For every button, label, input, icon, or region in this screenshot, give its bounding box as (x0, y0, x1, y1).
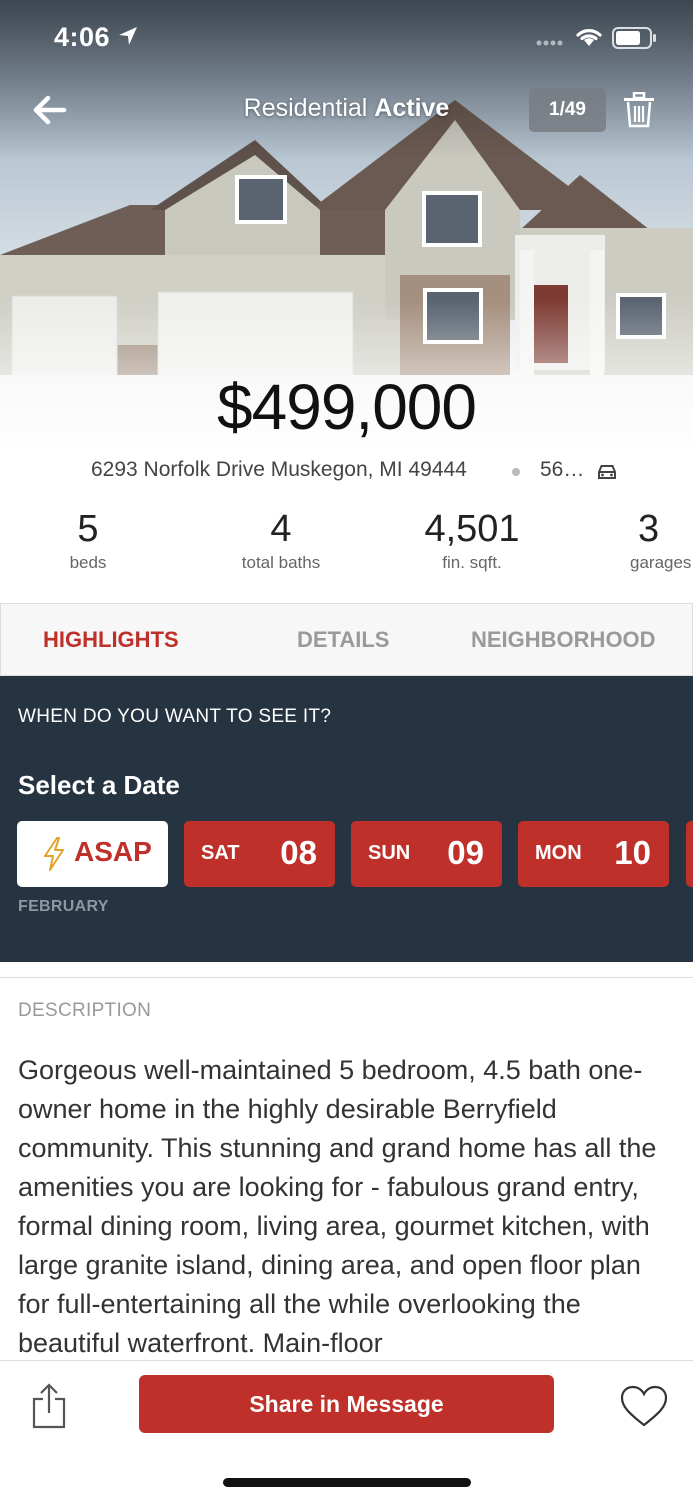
stat-sqft: 4,501 fin. sqft. (412, 505, 532, 573)
tab-details[interactable]: DETAILS (297, 604, 389, 675)
title-type: Residential (243, 94, 368, 122)
listing-address[interactable]: 6293 Norfolk Drive Muskegon, MI 49444 (91, 458, 467, 482)
stat-beds: 5 beds (38, 505, 138, 573)
stat-value: 4,501 (424, 508, 520, 550)
share-in-message-button[interactable]: Share in Message (139, 1375, 554, 1433)
stat-label: total baths (241, 553, 321, 572)
stat-value: 3 (638, 508, 660, 550)
tour-scheduler: WHEN DO YOU WANT TO SEE IT? Select a Dat… (0, 676, 693, 962)
date-chip-asap[interactable]: ASAP (17, 821, 168, 887)
month-label: FEBRUARY (18, 898, 109, 915)
car-icon[interactable] (596, 463, 618, 481)
date-chip[interactable]: MON 10 (518, 821, 669, 887)
location-arrow-icon (119, 27, 137, 45)
date-chip[interactable]: SUN 09 (351, 821, 502, 887)
bottom-action-bar: Share in Message (0, 1360, 693, 1500)
date-dow: SUN (368, 842, 411, 864)
status-bar: 4:06 (0, 0, 693, 76)
stat-label: beds (69, 553, 107, 572)
signal-icon (536, 40, 563, 46)
listing-price: $499,000 (217, 371, 477, 443)
commute-time[interactable]: 56… (540, 458, 584, 482)
scheduler-question: WHEN DO YOU WANT TO SEE IT? (18, 706, 332, 727)
date-day: 08 (280, 834, 317, 871)
date-day: 10 (614, 834, 651, 871)
listing-photo[interactable]: 4:06 Residential Active 1/49 $499,000 (0, 0, 693, 455)
stat-value: 5 (77, 508, 99, 550)
date-dow: SAT (201, 842, 240, 864)
stats-row: 5 beds 4 total baths 4,501 fin. sqft. 3 … (0, 505, 693, 600)
section-tabs: HIGHLIGHTS DETAILS NEIGHBORHOOD (0, 603, 693, 676)
tab-highlights[interactable]: HIGHLIGHTS (43, 604, 179, 675)
date-chip[interactable]: SAT 08 (184, 821, 335, 887)
stat-label: garages (630, 553, 692, 572)
title-status: Active (374, 94, 450, 122)
address-row: 6293 Norfolk Drive Muskegon, MI 49444 56… (0, 455, 693, 485)
home-indicator (223, 1478, 471, 1487)
scheduler-title: Select a Date (18, 770, 180, 800)
share-icon[interactable] (30, 1383, 68, 1429)
status-time: 4:06 (54, 22, 111, 52)
stat-value: 4 (270, 508, 292, 550)
stat-baths: 4 total baths (221, 505, 341, 573)
date-dow: MON (535, 842, 582, 864)
separator-dot (512, 468, 520, 476)
asap-label: ASAP (74, 836, 152, 867)
description-text: Gorgeous well-maintained 5 bedroom, 4.5 … (18, 1055, 657, 1357)
battery-icon (612, 27, 656, 49)
wifi-icon (576, 29, 602, 46)
photo-counter: 1/49 (529, 88, 606, 132)
trash-icon[interactable] (622, 92, 656, 128)
lightning-icon (44, 837, 64, 871)
date-day: 09 (447, 834, 484, 871)
section-divider (0, 962, 693, 978)
stat-garages: 3 garages (630, 505, 693, 573)
heart-icon[interactable] (620, 1385, 668, 1427)
stat-label: fin. sqft. (442, 553, 502, 572)
tab-neighborhood[interactable]: NEIGHBORHOOD (471, 604, 656, 675)
date-chip-partial[interactable] (686, 821, 693, 887)
description-label: DESCRIPTION (18, 1000, 152, 1021)
